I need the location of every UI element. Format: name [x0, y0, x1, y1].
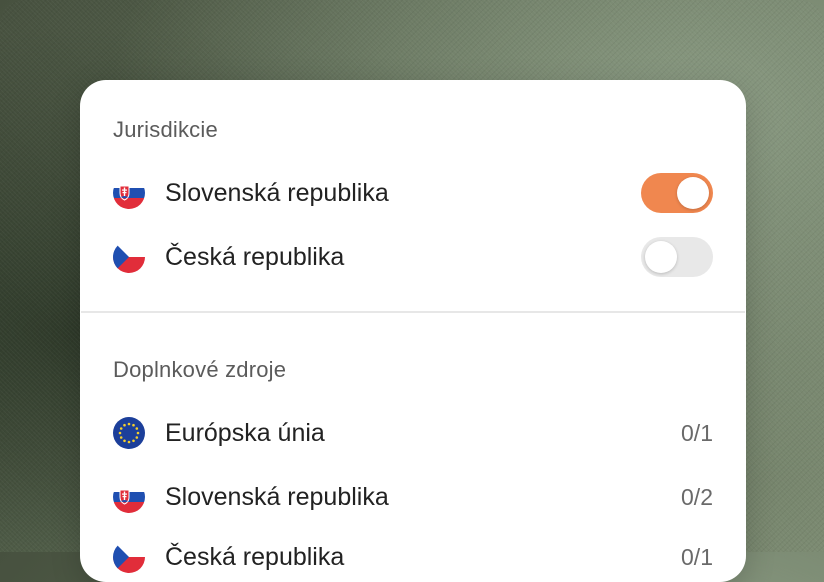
source-count: 0/1 — [681, 543, 713, 570]
source-row-eu[interactable]: Európska únia 0/1 — [113, 413, 713, 453]
source-count: 0/2 — [681, 483, 713, 510]
czech-toggle[interactable] — [641, 237, 713, 277]
source-row-slovakia[interactable]: Slovenská republika 0/2 — [113, 477, 713, 517]
eu-flag-icon — [113, 417, 145, 449]
czech-flag-icon — [113, 541, 145, 573]
source-label: Európska únia — [165, 418, 325, 447]
jurisdiction-row-czech: Česká republika — [113, 237, 713, 277]
additional-sources-section-title: Doplnkové zdroje — [113, 357, 287, 382]
slovakia-flag-icon — [113, 177, 145, 209]
source-row-czech[interactable]: Česká republika 0/1 — [113, 537, 713, 577]
jurisdiction-row-slovakia: Slovenská republika — [113, 173, 713, 213]
slovakia-toggle[interactable] — [641, 173, 713, 213]
toggle-knob — [645, 241, 677, 273]
settings-panel: Jurisdikcie Slovenská republika Česká re… — [80, 80, 746, 582]
section-divider — [81, 311, 745, 313]
source-count: 0/1 — [681, 419, 713, 446]
czech-flag-icon — [113, 241, 145, 273]
source-label: Slovenská republika — [165, 482, 389, 511]
source-label: Česká republika — [165, 542, 345, 571]
jurisdiction-label: Slovenská republika — [165, 178, 389, 207]
jurisdiction-label: Česká republika — [165, 242, 345, 271]
toggle-knob — [677, 177, 709, 209]
slovakia-flag-icon — [113, 481, 145, 513]
jurisdictions-section-title: Jurisdikcie — [113, 117, 218, 142]
